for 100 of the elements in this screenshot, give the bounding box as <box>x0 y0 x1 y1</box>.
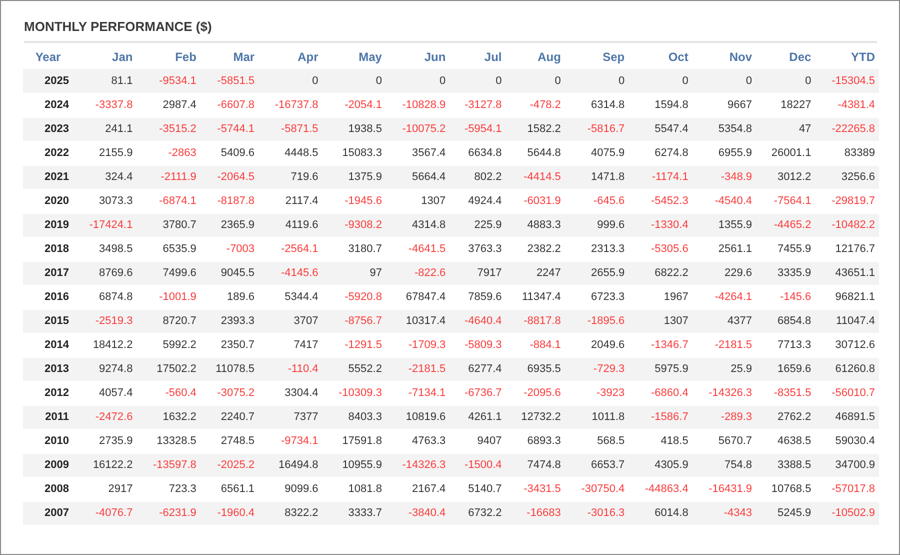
table-cell: 18227 <box>756 93 816 117</box>
table-cell: -2519.3 <box>73 309 137 333</box>
table-cell: 6314.8 <box>564 93 629 117</box>
table-cell: -4264.1 <box>692 285 756 309</box>
table-cell: 4448.5 <box>258 141 322 165</box>
table-cell: 8322.2 <box>258 501 322 525</box>
table-cell: 11047.4 <box>815 309 879 333</box>
year-cell: 2008 <box>23 477 73 501</box>
year-cell: 2011 <box>23 405 73 429</box>
column-header: Oct <box>628 45 692 69</box>
table-cell: 2655.9 <box>564 261 629 285</box>
table-cell: 7917 <box>450 261 506 285</box>
table-cell: 6561.1 <box>200 477 259 501</box>
table-cell: 3256.6 <box>815 165 879 189</box>
table-cell: 0 <box>628 69 692 93</box>
table-cell: 3333.7 <box>322 501 386 525</box>
table-cell: -6607.8 <box>200 93 259 117</box>
table-cell: -2064.5 <box>200 165 259 189</box>
table-cell: 67847.4 <box>386 285 450 309</box>
column-header: Nov <box>692 45 756 69</box>
table-cell: 1307 <box>628 309 692 333</box>
table-cell: 0 <box>506 69 565 93</box>
year-cell: 2010 <box>23 429 73 453</box>
table-cell: -7134.1 <box>386 381 450 405</box>
table-cell: -3431.5 <box>506 477 565 501</box>
table-cell: -5871.5 <box>258 117 322 141</box>
table-cell: 10819.6 <box>386 405 450 429</box>
table-cell: 2561.1 <box>692 237 756 261</box>
table-cell: 96821.1 <box>815 285 879 309</box>
table-cell: 0 <box>756 69 816 93</box>
table-cell: -9534.1 <box>136 69 200 93</box>
table-cell: 6653.7 <box>564 453 629 477</box>
year-cell: 2014 <box>23 333 73 357</box>
table-cell: 0 <box>564 69 629 93</box>
table-cell: 2382.2 <box>506 237 565 261</box>
table-cell: 3707 <box>258 309 322 333</box>
table-cell: 5644.8 <box>506 141 565 165</box>
table-cell: 1081.8 <box>322 477 386 501</box>
table-cell: -7003 <box>200 237 259 261</box>
table-cell: 5140.7 <box>450 477 506 501</box>
table-cell: 6955.9 <box>692 141 756 165</box>
table-cell: 2350.7 <box>200 333 259 357</box>
table-cell: 1967 <box>628 285 692 309</box>
table-cell: -3515.2 <box>136 117 200 141</box>
column-header: Aug <box>506 45 565 69</box>
table-cell: -6031.9 <box>506 189 565 213</box>
table-cell: 0 <box>322 69 386 93</box>
table-cell: 5992.2 <box>136 333 200 357</box>
table-cell: 229.6 <box>692 261 756 285</box>
table-cell: 18412.2 <box>73 333 137 357</box>
table-cell: 6893.3 <box>506 429 565 453</box>
year-cell: 2015 <box>23 309 73 333</box>
table-cell: 5354.8 <box>692 117 756 141</box>
column-header: Jul <box>450 45 506 69</box>
table-cell: 7713.3 <box>756 333 816 357</box>
table-cell: -1895.6 <box>564 309 629 333</box>
table-cell: 59030.4 <box>815 429 879 453</box>
table-cell: 17591.8 <box>322 429 386 453</box>
table-cell: 10317.4 <box>386 309 450 333</box>
table-cell: 4261.1 <box>450 405 506 429</box>
table-cell: 4314.8 <box>386 213 450 237</box>
year-cell: 2012 <box>23 381 73 405</box>
year-cell: 2016 <box>23 285 73 309</box>
year-cell: 2007 <box>23 501 73 525</box>
year-cell: 2022 <box>23 141 73 165</box>
table-cell: -10828.9 <box>386 93 450 117</box>
table-cell: 9407 <box>450 429 506 453</box>
table-cell: -2111.9 <box>136 165 200 189</box>
table-cell: 16494.8 <box>258 453 322 477</box>
table-cell: 723.3 <box>136 477 200 501</box>
table-cell: 43651.1 <box>815 261 879 285</box>
table-cell: 11078.5 <box>200 357 259 381</box>
table-cell: 2117.4 <box>258 189 322 213</box>
table-cell: -17424.1 <box>73 213 137 237</box>
table-cell: 7455.9 <box>756 237 816 261</box>
table-cell: -10502.9 <box>815 501 879 525</box>
column-header: Dec <box>756 45 816 69</box>
table-cell: -1330.4 <box>628 213 692 237</box>
table-cell: 6874.8 <box>73 285 137 309</box>
table-cell: 2735.9 <box>73 429 137 453</box>
table-cell: -3337.8 <box>73 93 137 117</box>
table-cell: 6274.8 <box>628 141 692 165</box>
table-cell: -4145.6 <box>258 261 322 285</box>
column-header: YTD <box>815 45 879 69</box>
table-cell: -5816.7 <box>564 117 629 141</box>
table-cell: 1582.2 <box>506 117 565 141</box>
table-cell: 46891.5 <box>815 405 879 429</box>
table-cell: -5452.3 <box>628 189 692 213</box>
table-cell: 8403.3 <box>322 405 386 429</box>
year-cell: 2019 <box>23 213 73 237</box>
table-cell: -13597.8 <box>136 453 200 477</box>
table-cell: 1594.8 <box>628 93 692 117</box>
table-cell: -4540.4 <box>692 189 756 213</box>
table-cell: -57017.8 <box>815 477 879 501</box>
table-cell: 61260.8 <box>815 357 879 381</box>
column-header: Year <box>23 45 73 69</box>
table-cell: 719.6 <box>258 165 322 189</box>
table-cell: -1346.7 <box>628 333 692 357</box>
table-cell: 2987.4 <box>136 93 200 117</box>
table-cell: 2365.9 <box>200 213 259 237</box>
